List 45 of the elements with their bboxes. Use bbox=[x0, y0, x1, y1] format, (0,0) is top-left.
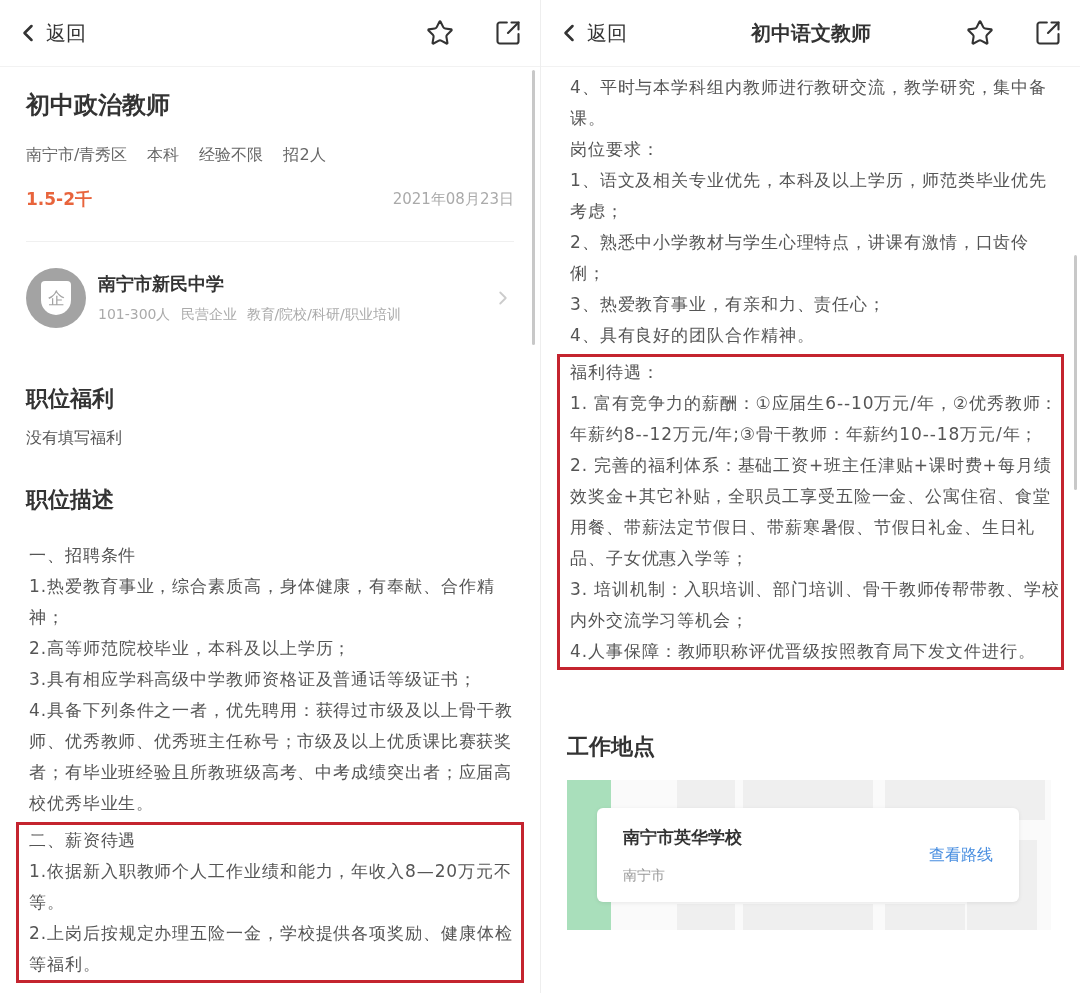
shield-icon: 企 bbox=[41, 281, 71, 315]
section-heading: 职位福利 bbox=[26, 385, 115, 413]
back-button[interactable]: 返回 bbox=[14, 19, 86, 47]
company-info: 101-300人 bbox=[98, 306, 171, 324]
company-info: 教育/院校/科研/职业培训 bbox=[246, 306, 401, 324]
job-tag: 本科 bbox=[147, 145, 180, 166]
post-date: 2021年08月23日 bbox=[392, 190, 514, 209]
description-text: 一、招聘条件 bbox=[29, 544, 138, 567]
description-text: 4、具有良好的团队合作精神。 bbox=[570, 324, 816, 347]
description-text: 1.依据新入职教师个人工作业绩和能力，年收入8—20万元不等。 bbox=[29, 860, 513, 914]
share-icon[interactable] bbox=[494, 19, 522, 47]
company-name[interactable]: 南宁市新民中学 bbox=[98, 272, 480, 296]
description-text: 岗位要求： bbox=[570, 138, 661, 161]
star-icon[interactable] bbox=[426, 19, 454, 47]
job-tag: 南宁市/青秀区 bbox=[26, 145, 128, 166]
description-text: 3.具有相应学科高级中学教师资格证及普通话等级证书； bbox=[29, 668, 478, 691]
job-tag: 招2人 bbox=[283, 145, 326, 166]
description-text: 福利待遇： bbox=[570, 361, 661, 384]
section-heading: 工作地点 bbox=[567, 733, 656, 761]
description-text: 4、平时与本学科组内教师进行教研交流，教学研究，集中备课。 bbox=[570, 76, 1049, 130]
share-icon[interactable] bbox=[1034, 19, 1062, 47]
star-icon[interactable] bbox=[966, 19, 994, 47]
description-text: 二、薪资待遇 bbox=[29, 829, 138, 852]
description-text: 1.热爱教育事业，综合素质高，身体健康，有奉献、合作精神； bbox=[29, 575, 496, 629]
benefits-text: 没有填写福利 bbox=[26, 428, 123, 449]
school-city: 南宁市 bbox=[623, 866, 666, 885]
job-title: 初中政治教师 bbox=[26, 90, 171, 121]
school-name: 南宁市英华学校 bbox=[623, 825, 743, 849]
description-text: 1、语文及相关专业优先，本科及以上学历，师范类毕业优先考虑； bbox=[570, 169, 1049, 223]
description-text: 3. 培训机制：入职培训、部门培训、骨干教师传帮带教、学校内外交流学习等机会； bbox=[570, 578, 1061, 632]
description-text: 3、热爱教育事业，有亲和力、责任心； bbox=[570, 293, 888, 316]
section-heading: 职位描述 bbox=[26, 486, 115, 514]
description-text: 2. 完善的福利体系：基础工资+班主任津贴+课时费+每月绩效奖金+其它补贴，全职员工享受五险一金、公寓住宿、食堂用餐、带薪法定节假日、带薪寒暑假、节假日礼金、生日礼品、子女优惠入学等； bbox=[570, 454, 1053, 570]
description-text: 2.高等师范院校毕业，本科及以上学历； bbox=[29, 637, 353, 660]
description-text: 2、熟悉中小学教材与学生心理特点，讲课有激情，口齿伶俐； bbox=[570, 231, 1031, 285]
description-text: 4.具备下列条件之一者，优先聘用：获得过市级及以上骨干教师、优秀教师、优秀班主任称号；市级及以上优质课比赛获奖者；有毕业班经验且所教班级高考、中考成绩突出者；应届高校优秀毕业生。 bbox=[29, 699, 514, 815]
description-text: 1. 富有竞争力的薪酬：①应届生6--10万元/年，②优秀教师：年薪约8--12万元/年;③骨干教师：年薪约10--18万元/年； bbox=[570, 392, 1060, 446]
job-tag: 经验不限 bbox=[199, 145, 264, 166]
route-link[interactable]: 查看路线 bbox=[929, 844, 993, 866]
back-button[interactable]: 返回 bbox=[555, 19, 627, 47]
salary: 1.5-2千 bbox=[26, 188, 92, 211]
description-text: 2.上岗后按规定办理五险一金，学校提供各项奖励、健康体检等福利。 bbox=[29, 922, 514, 976]
page-title: 初中语文教师 bbox=[750, 19, 871, 47]
company-info: 民营企业 bbox=[180, 306, 237, 324]
description-text: 4.人事保障：教师职称评优晋级按照教育局下发文件进行。 bbox=[570, 640, 1037, 663]
